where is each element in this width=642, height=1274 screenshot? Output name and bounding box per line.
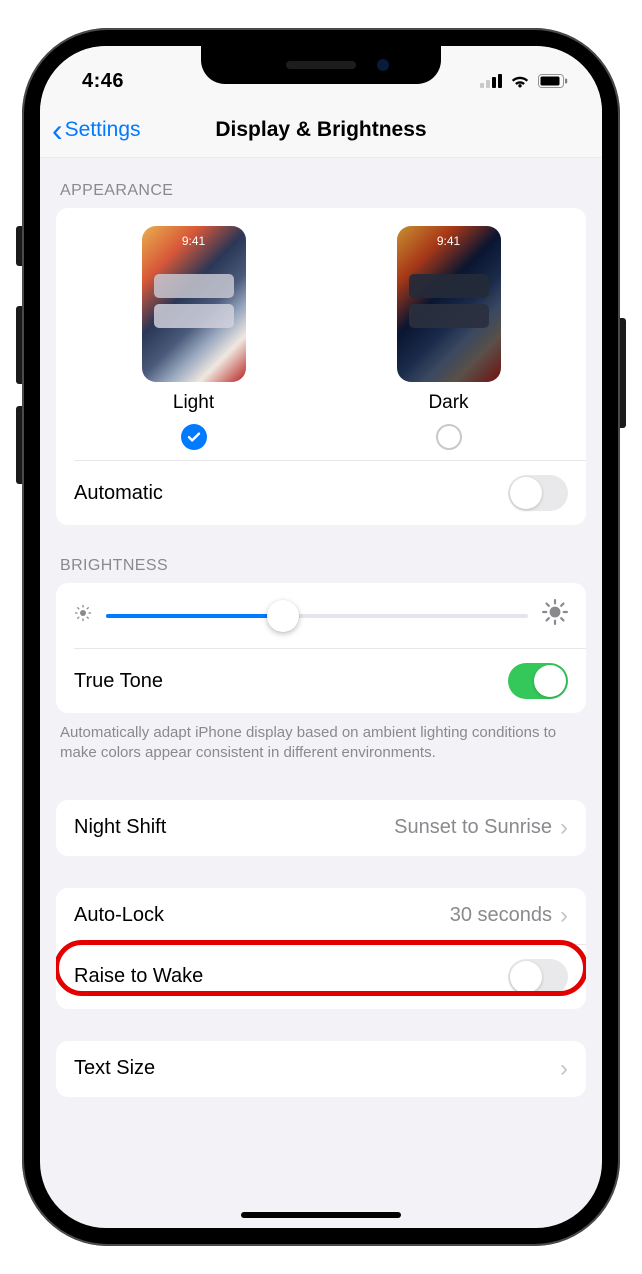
battery-icon — [538, 74, 568, 88]
mute-switch — [16, 226, 22, 266]
appearance-option-light[interactable]: 9:41 Light — [76, 226, 311, 450]
back-label: Settings — [65, 118, 141, 142]
phone-frame: 4:46 — [22, 28, 620, 1246]
auto-lock-row[interactable]: Auto-Lock 30 seconds › — [56, 888, 586, 944]
true-tone-label: True Tone — [74, 670, 163, 693]
light-theme-thumbnail: 9:41 — [142, 226, 246, 382]
text-size-label: Text Size — [74, 1057, 155, 1080]
night-shift-value: Sunset to Sunrise — [394, 816, 552, 839]
raise-to-wake-row[interactable]: Raise to Wake — [56, 945, 586, 1009]
status-icons — [480, 73, 568, 89]
chevron-right-icon: › — [560, 1055, 568, 1083]
brightness-card: True Tone — [56, 583, 586, 713]
appearance-option-dark[interactable]: 9:41 Dark — [331, 226, 566, 450]
sun-min-icon — [74, 604, 92, 627]
night-shift-row[interactable]: Night Shift Sunset to Sunrise › — [56, 800, 586, 856]
cellular-icon — [480, 74, 502, 88]
dark-theme-thumbnail: 9:41 — [397, 226, 501, 382]
side-button — [620, 318, 626, 428]
wifi-icon — [509, 73, 531, 89]
dark-radio-unchecked[interactable] — [436, 424, 462, 450]
volume-down-button — [16, 406, 22, 484]
volume-up-button — [16, 306, 22, 384]
sun-max-icon — [542, 599, 568, 632]
lock-card: Auto-Lock 30 seconds › Raise to Wake — [56, 888, 586, 1009]
true-tone-row[interactable]: True Tone — [56, 649, 586, 713]
raise-to-wake-toggle[interactable] — [508, 959, 568, 995]
automatic-label: Automatic — [74, 482, 163, 505]
raise-to-wake-label: Raise to Wake — [74, 965, 203, 988]
checkmark-icon — [187, 430, 201, 444]
nav-bar: ‹ Settings Display & Brightness — [40, 102, 602, 158]
back-button[interactable]: ‹ Settings — [52, 114, 141, 146]
brightness-slider-row — [56, 583, 586, 648]
status-time: 4:46 — [82, 70, 124, 93]
slider-thumb[interactable] — [267, 600, 299, 632]
automatic-toggle[interactable] — [508, 475, 568, 511]
auto-lock-label: Auto-Lock — [74, 904, 164, 927]
light-label: Light — [173, 392, 214, 414]
brightness-header: BRIGHTNESS — [40, 525, 602, 583]
automatic-row[interactable]: Automatic — [56, 461, 586, 525]
text-size-card: Text Size › — [56, 1041, 586, 1097]
dark-label: Dark — [428, 392, 468, 414]
text-size-row[interactable]: Text Size › — [56, 1041, 586, 1097]
light-radio-checked[interactable] — [181, 424, 207, 450]
notch — [201, 46, 441, 84]
auto-lock-value: 30 seconds — [450, 904, 552, 927]
chevron-right-icon: › — [560, 814, 568, 842]
night-shift-card: Night Shift Sunset to Sunrise › — [56, 800, 586, 856]
chevron-left-icon: ‹ — [52, 114, 63, 146]
true-tone-note: Automatically adapt iPhone display based… — [40, 713, 602, 772]
screen: 4:46 — [40, 46, 602, 1228]
appearance-header: APPEARANCE — [40, 158, 602, 208]
chevron-right-icon: › — [560, 902, 568, 930]
night-shift-label: Night Shift — [74, 816, 166, 839]
home-indicator[interactable] — [241, 1212, 401, 1218]
true-tone-toggle[interactable] — [508, 663, 568, 699]
appearance-card: 9:41 Light 9:41 — [56, 208, 586, 525]
brightness-slider[interactable] — [106, 614, 528, 618]
